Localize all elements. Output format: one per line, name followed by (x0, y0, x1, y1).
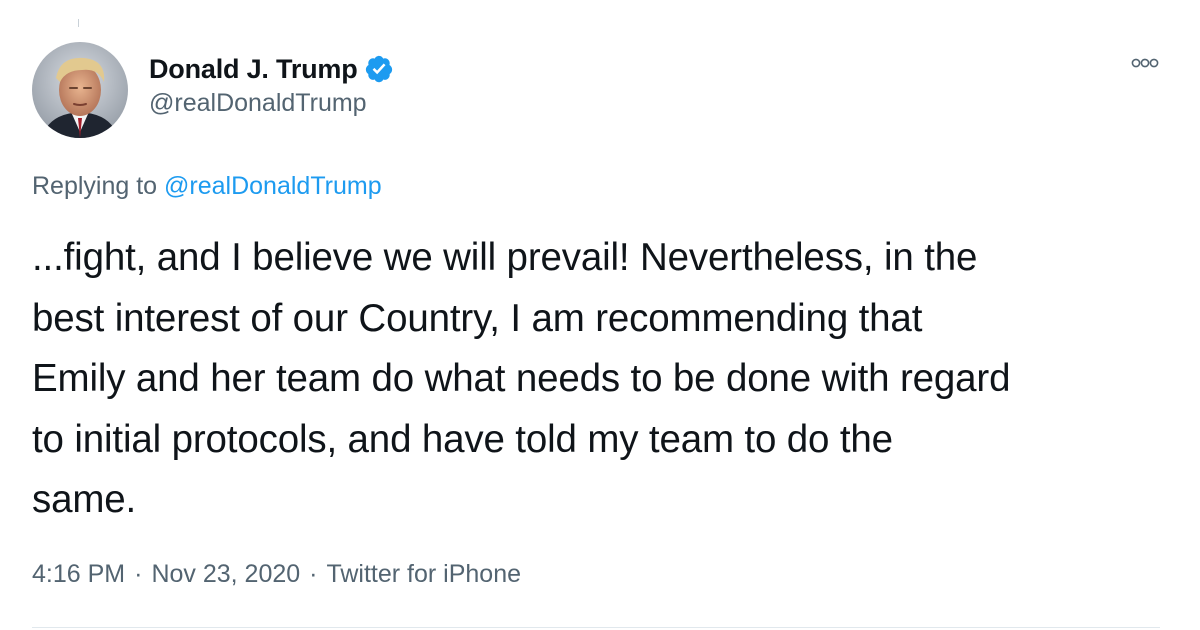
tweet-body-line: ...fight, and I believe we will prevail!… (32, 236, 978, 279)
replying-to-line: Replying to @realDonaldTrump (32, 172, 382, 201)
thread-connector (78, 19, 79, 27)
verified-badge-icon (365, 55, 392, 83)
tweet-body-line: same. (32, 478, 137, 521)
meta-separator: · (309, 560, 318, 588)
author-handle[interactable]: @realDonaldTrump (149, 89, 394, 118)
author-display-name[interactable]: Donald J. Trump (149, 54, 358, 85)
author-identity: Donald J. Trump @realDonaldTrump (149, 52, 394, 118)
more-options-icon[interactable] (1130, 56, 1160, 70)
tweet-metadata: 4:16 PM · Nov 23, 2020 · Twitter for iPh… (32, 560, 521, 589)
tweet-header: Donald J. Trump @realDonaldTrump (32, 42, 1160, 138)
replying-to-mention-link[interactable]: @realDonaldTrump (164, 172, 382, 200)
tweet-body-line: Emily and her team do what needs to be d… (32, 357, 1011, 400)
tweet-body-line: best interest of our Country, I am recom… (32, 296, 923, 340)
name-row: Donald J. Trump (149, 52, 394, 86)
avatar[interactable] (32, 42, 128, 138)
tweet-date[interactable]: Nov 23, 2020 (151, 560, 300, 589)
tweet-source-link[interactable]: Twitter for iPhone (326, 560, 521, 589)
meta-separator: · (134, 560, 143, 588)
tweet-card: Donald J. Trump @realDonaldTrump Replyin… (0, 0, 1200, 630)
avatar-image (32, 42, 128, 138)
tweet-body: ...fight, and I believe we will prevail!… (32, 228, 1172, 531)
tweet-time[interactable]: 4:16 PM (32, 560, 125, 589)
replying-to-prefix: Replying to (32, 172, 158, 200)
bottom-divider (32, 627, 1160, 628)
tweet-body-line: to initial protocols, and have told my t… (32, 417, 893, 461)
